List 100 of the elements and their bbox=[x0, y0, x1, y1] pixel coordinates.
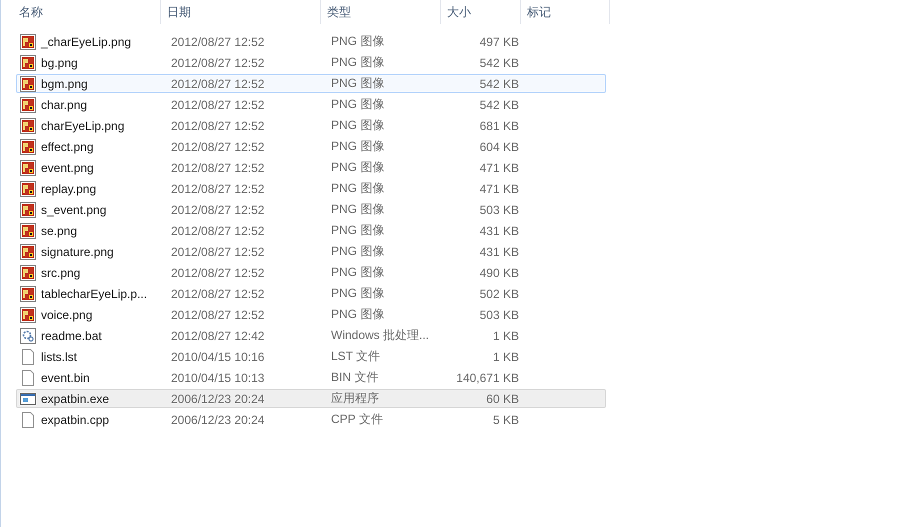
file-row[interactable]: effect.png 2012/08/27 12:52 PNG 图像 604 KB bbox=[16, 137, 606, 156]
type-cell-text: PNG 图像 bbox=[331, 33, 386, 50]
date-cell-text: 2006/12/23 20:24 bbox=[170, 412, 266, 426]
file-name: src.png bbox=[41, 266, 80, 280]
type-cell-text: PNG 图像 bbox=[331, 117, 386, 134]
date-cell-text: 2012/08/27 12:52 bbox=[170, 34, 266, 48]
file-name: event.bin bbox=[41, 370, 90, 384]
size-cell-text: 542 KB bbox=[478, 98, 519, 112]
blank-file-icon bbox=[20, 412, 36, 428]
file-row[interactable]: replay.png 2012/08/27 12:52 PNG 图像 471 KB bbox=[16, 179, 606, 198]
type-cell-text: PNG 图像 bbox=[331, 201, 386, 218]
date-cell-text: 2012/08/27 12:52 bbox=[170, 118, 266, 132]
file-name: expatbin.cpp bbox=[41, 412, 110, 426]
size-cell-text: 604 KB bbox=[478, 140, 519, 154]
type-cell-text: LST 文件 bbox=[331, 348, 382, 365]
size-cell-text: 60 KB bbox=[485, 392, 519, 406]
file-row[interactable]: voice.png 2012/08/27 12:52 PNG 图像 503 KB bbox=[16, 305, 606, 324]
date-cell-text: 2012/08/27 12:52 bbox=[170, 56, 266, 70]
blank-file-icon bbox=[20, 348, 36, 364]
image-file-icon bbox=[20, 118, 36, 134]
size-cell-text: 471 KB bbox=[478, 160, 519, 174]
file-name: _charEyeLip.png bbox=[41, 34, 132, 48]
file-row[interactable]: signature.png 2012/08/27 12:52 PNG 图像 431 KB bbox=[16, 242, 606, 261]
file-row[interactable]: se.png 2012/08/27 12:52 PNG 图像 431 KB bbox=[16, 221, 606, 240]
image-file-icon bbox=[20, 286, 36, 302]
blank-file-icon bbox=[20, 370, 36, 386]
file-row[interactable]: expatbin.cpp 2006/12/23 20:24 CPP 文件 5 KB bbox=[16, 410, 606, 429]
size-cell-text: 431 KB bbox=[478, 224, 519, 238]
image-file-icon bbox=[20, 160, 36, 176]
type-cell-text: PNG 图像 bbox=[331, 159, 386, 176]
file-row[interactable]: char.png 2012/08/27 12:52 PNG 图像 542 KB bbox=[16, 95, 606, 114]
size-cell-text: 1 KB bbox=[492, 350, 519, 364]
file-row[interactable]: lists.lst 2010/04/15 10:16 LST 文件 1 KB bbox=[16, 347, 606, 366]
date-cell-text: 2012/08/27 12:52 bbox=[170, 98, 266, 112]
size-cell-text: 431 KB bbox=[478, 244, 519, 258]
date-cell-text: 2012/08/27 12:52 bbox=[170, 76, 266, 90]
file-row[interactable]: event.bin 2010/04/15 10:13 BIN 文件 140,671 KB bbox=[16, 368, 606, 387]
image-file-icon bbox=[20, 138, 36, 154]
type-cell-text: PNG 图像 bbox=[331, 285, 386, 302]
size-cell-text: 497 KB bbox=[478, 34, 519, 48]
file-row[interactable]: expatbin.exe 2006/12/23 20:24 应用程序 60 KB bbox=[16, 389, 606, 408]
file-name: event.png bbox=[41, 160, 94, 174]
date-cell-text: 2012/08/27 12:52 bbox=[170, 308, 266, 322]
file-name: se.png bbox=[41, 224, 78, 238]
file-name: expatbin.exe bbox=[41, 392, 110, 406]
size-cell-text: 542 KB bbox=[478, 56, 519, 70]
file-name: char.png bbox=[41, 98, 88, 112]
type-cell-text: PNG 图像 bbox=[331, 243, 386, 260]
date-cell-text: 2006/12/23 20:24 bbox=[170, 392, 266, 406]
date-cell-text: 2012/08/27 12:52 bbox=[170, 160, 266, 174]
file-name: voice.png bbox=[41, 308, 92, 322]
size-cell-text: 542 KB bbox=[478, 76, 519, 90]
file-name: readme.bat bbox=[41, 328, 102, 342]
file-row[interactable]: event.png 2012/08/27 12:52 PNG 图像 471 KB bbox=[16, 158, 606, 177]
type-cell-text: PNG 图像 bbox=[331, 180, 386, 197]
program-window-icon bbox=[20, 390, 36, 406]
date-cell-text: 2012/08/27 12:52 bbox=[170, 202, 266, 216]
file-name: charEyeLip.png bbox=[41, 118, 124, 132]
date-cell-text: 2012/08/27 12:52 bbox=[170, 244, 266, 258]
size-cell-text: 502 KB bbox=[478, 286, 519, 300]
file-row[interactable]: charEyeLip.png 2012/08/27 12:52 PNG 图像 681 KB bbox=[16, 116, 606, 135]
size-cell-text: 140,671 KB bbox=[455, 370, 519, 384]
file-row[interactable]: s_event.png 2012/08/27 12:52 PNG 图像 503 KB bbox=[16, 200, 606, 219]
image-file-icon bbox=[20, 54, 36, 70]
gear-file-icon bbox=[20, 328, 36, 344]
file-row[interactable]: readme.bat 2012/08/27 12:42 Windows 批处理... 1 KB bbox=[16, 326, 606, 345]
image-file-icon bbox=[20, 244, 36, 260]
type-cell-text: PNG 图像 bbox=[331, 222, 386, 239]
image-file-icon bbox=[20, 264, 36, 280]
date-cell-text: 2012/08/27 12:52 bbox=[170, 266, 266, 280]
date-cell-text: 2012/08/27 12:52 bbox=[170, 182, 266, 196]
file-name: bgm.png bbox=[41, 76, 88, 90]
type-cell-text: Windows 批处理... bbox=[331, 327, 430, 344]
type-cell-text: PNG 图像 bbox=[331, 264, 386, 281]
size-cell-text: 503 KB bbox=[478, 308, 519, 322]
image-file-icon bbox=[20, 306, 36, 322]
file-name: lists.lst bbox=[41, 350, 77, 364]
type-cell-text: PNG 图像 bbox=[331, 138, 386, 155]
image-file-icon bbox=[20, 222, 36, 238]
file-row[interactable]: bg.png 2012/08/27 12:52 PNG 图像 542 KB bbox=[16, 53, 606, 72]
image-file-icon bbox=[20, 96, 36, 112]
file-row[interactable]: _charEyeLip.png 2012/08/27 12:52 PNG 图像 497 KB bbox=[16, 32, 606, 51]
size-cell-text: 503 KB bbox=[478, 202, 519, 216]
type-cell-text: PNG 图像 bbox=[331, 75, 386, 92]
type-cell-text: 应用程序 bbox=[331, 390, 380, 407]
size-cell-text: 471 KB bbox=[478, 182, 519, 196]
file-name: bg.png bbox=[41, 56, 78, 70]
file-name: signature.png bbox=[41, 244, 114, 258]
file-row[interactable]: bgm.png 2012/08/27 12:52 PNG 图像 542 KB bbox=[16, 74, 606, 93]
size-cell-text: 490 KB bbox=[478, 266, 519, 280]
type-cell-text: PNG 图像 bbox=[331, 54, 386, 71]
date-cell-text: 2010/04/15 10:13 bbox=[170, 370, 266, 384]
image-file-icon bbox=[20, 34, 36, 50]
size-cell-text: 681 KB bbox=[478, 118, 519, 132]
image-file-icon bbox=[20, 180, 36, 196]
type-cell-text: CPP 文件 bbox=[331, 411, 384, 428]
file-row[interactable]: src.png 2012/08/27 12:52 PNG 图像 490 KB bbox=[16, 263, 606, 282]
file-row[interactable]: tablecharEyeLip.p... 2012/08/27 12:52 PNG 图像 502 KB bbox=[16, 284, 606, 303]
type-cell-text: PNG 图像 bbox=[331, 306, 386, 323]
date-cell-text: 2010/04/15 10:16 bbox=[170, 350, 266, 364]
